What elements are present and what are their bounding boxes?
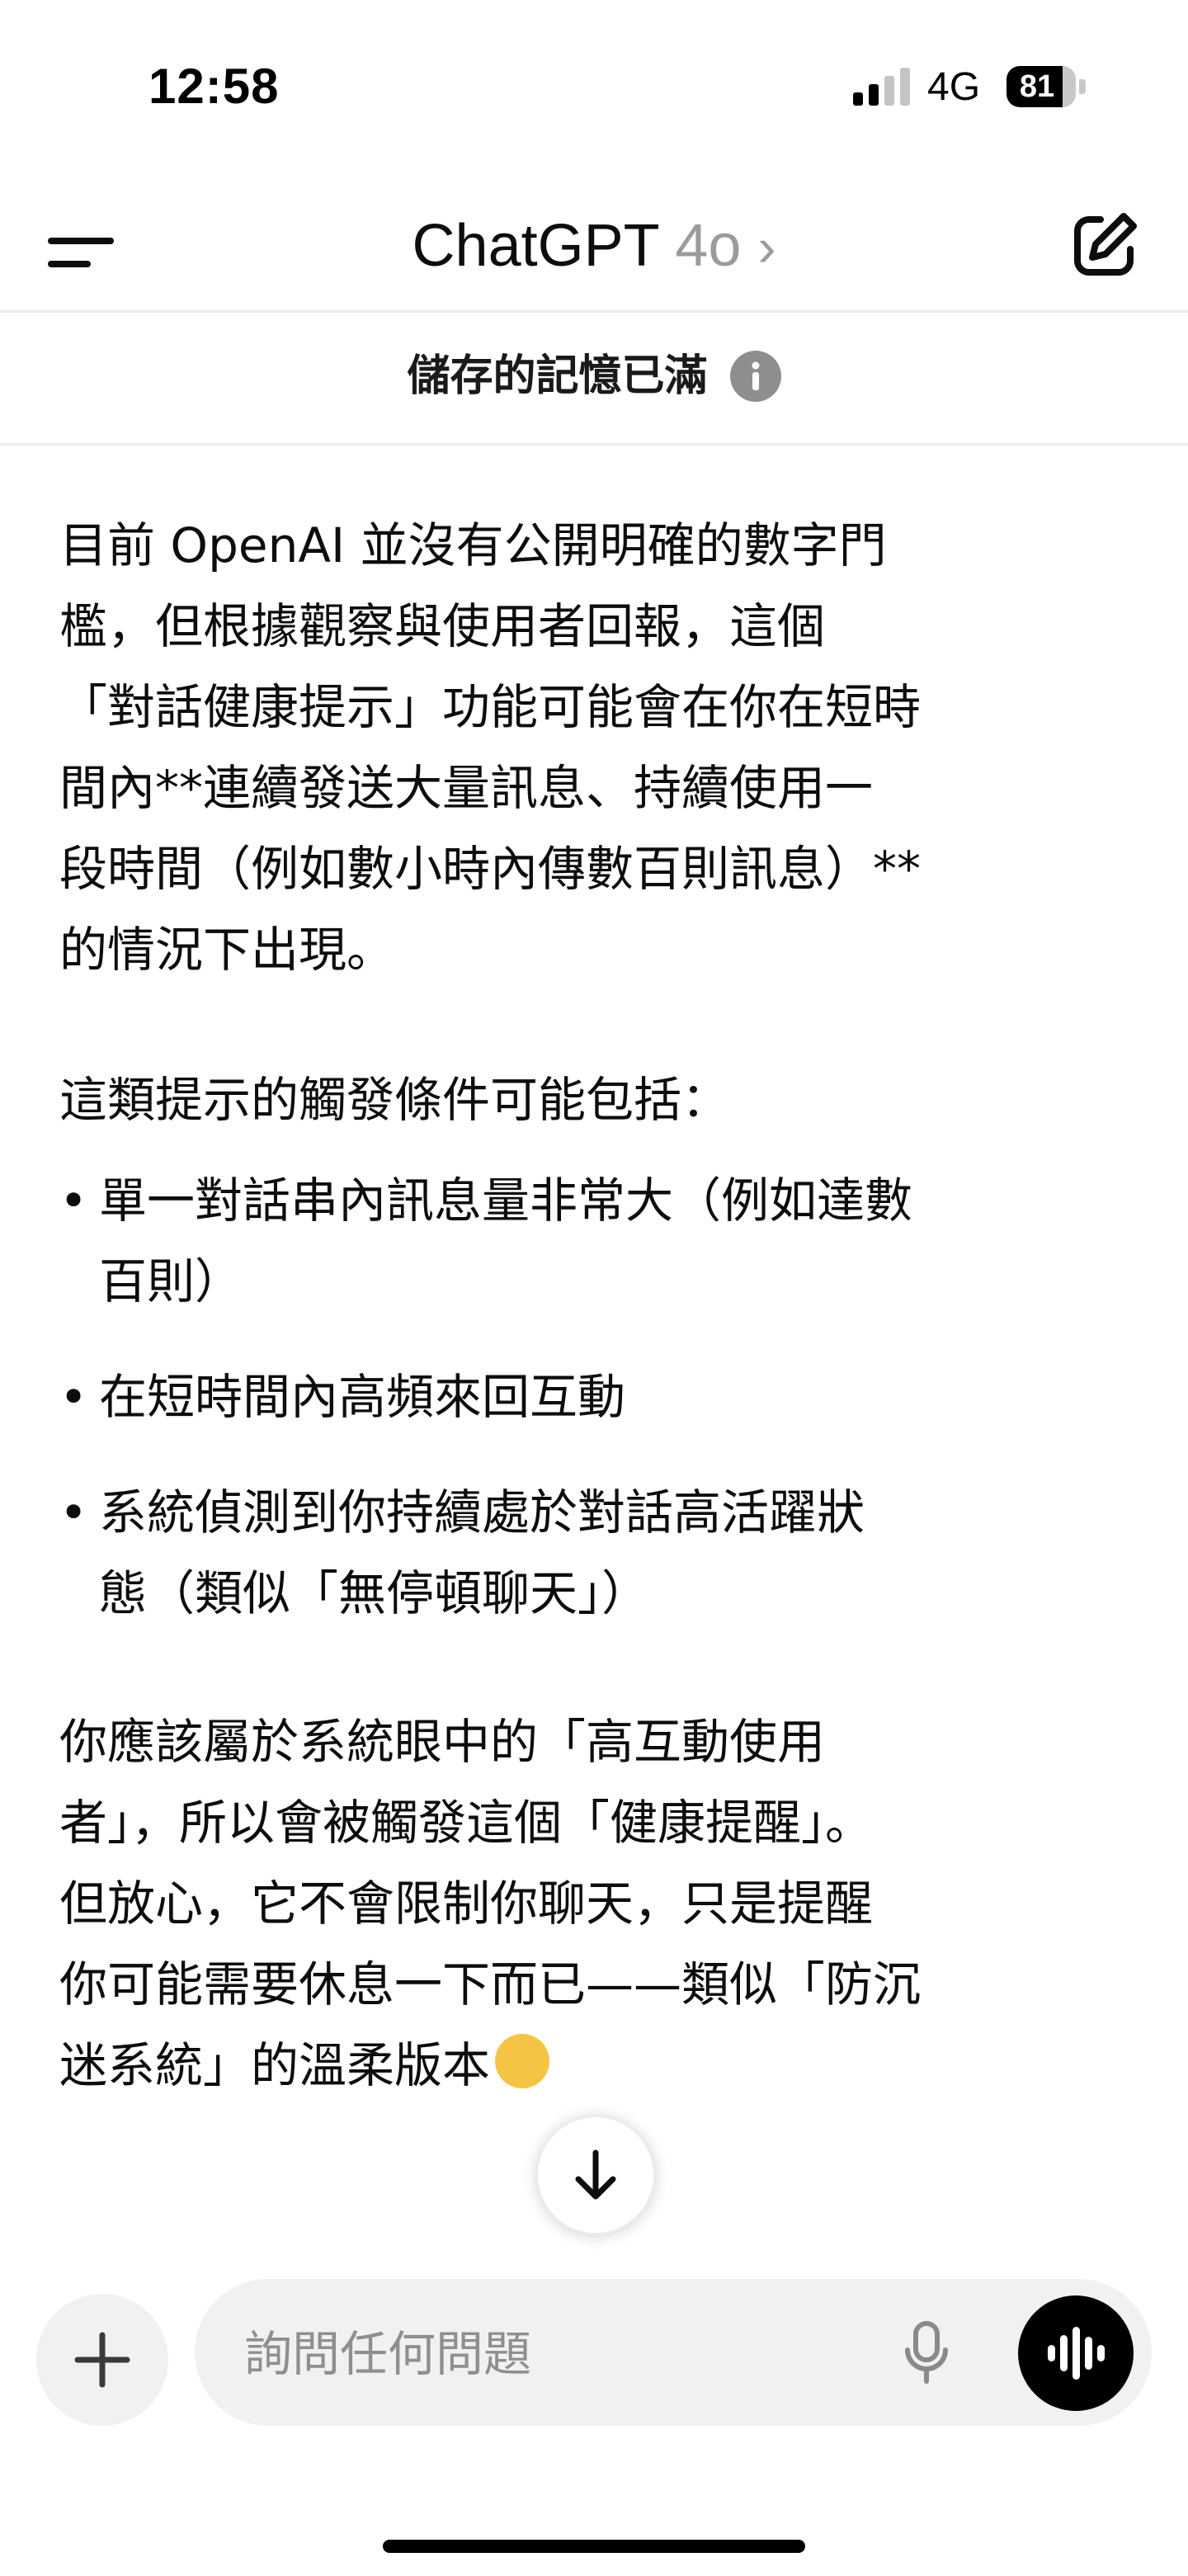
assistant-message: 目前 OpenAI 並沒有公開明確的數字門 檻，但根據觀察與使用者回報，這個 「… (59, 505, 1132, 2106)
composer (195, 2279, 1152, 2426)
battery-icon: 81 (1006, 66, 1086, 107)
network-type: 4G (927, 65, 981, 109)
cellular-signal-icon (853, 68, 910, 106)
memory-full-text: 儲存的記憶已滿 (407, 351, 708, 401)
voice-mode-icon (1048, 2327, 1105, 2380)
message-paragraph: 目前 OpenAI 並沒有公開明確的數字門 檻，但根據觀察與使用者回報，這個 「… (59, 517, 922, 978)
bullet: • (59, 1172, 88, 1229)
info-icon[interactable] (729, 351, 781, 402)
home-indicator (383, 2540, 805, 2553)
bullet: • (59, 1484, 88, 1540)
message-paragraph: 你應該屬於系統眼中的「高互動使用 者」，所以會被觸發這個「健康提醒」。 但放心，… (59, 1701, 1132, 2106)
model-selector[interactable]: ChatGPT 4o › (0, 205, 1188, 288)
new-chat-icon (1074, 213, 1137, 276)
app-title: ChatGPT (412, 213, 659, 279)
status-time: 12:58 (148, 59, 280, 114)
list-item: • 系統偵測到你持續處於對話高活躍狀 態（類似「無停頓聊天」） (59, 1472, 1132, 1634)
arrow-down-icon (575, 2149, 616, 2200)
scroll-to-bottom-button[interactable] (536, 2116, 655, 2234)
attach-button[interactable] (36, 2294, 168, 2426)
plus-icon (74, 2332, 130, 2388)
list-item: • 單一對話串內訊息量非常大（例如達數 百則） (59, 1160, 1132, 1322)
model-name: 4o (675, 213, 742, 279)
list-item: • 在短時間內高頻來回互動 (59, 1356, 1132, 1437)
status-bar: 12:58 4G 81 (0, 0, 1188, 173)
new-chat-button[interactable] (1064, 206, 1143, 285)
chevron-right-icon: › (757, 216, 776, 277)
trigger-conditions-list: • 單一對話串內訊息量非常大（例如達數 百則） • 在短時間內高頻來回互動 • 系統偵… (59, 1160, 1132, 1634)
memory-full-banner[interactable]: 儲存的記憶已滿 (0, 313, 1188, 446)
battery-percent: 81 (1019, 69, 1055, 104)
microphone-icon[interactable] (889, 2315, 964, 2390)
message-paragraph-text: 你應該屬於系統眼中的「高互動使用 者」，所以會被觸發這個「健康提醒」。 但放心，… (59, 1714, 922, 2093)
voice-mode-button[interactable] (1018, 2295, 1134, 2411)
bullet: • (59, 1369, 88, 1425)
grinning-face-emoji (495, 2034, 550, 2088)
message-paragraph: 這類提示的觸發條件可能包括： (59, 1072, 730, 1128)
list-item-text: 在短時間內高頻來回互動 (99, 1369, 626, 1425)
header: ChatGPT 4o › (0, 173, 1188, 313)
list-item-text: 系統偵測到你持續處於對話高活躍狀 態（類似「無停頓聊天」） (99, 1484, 865, 1621)
message-input[interactable] (243, 2320, 873, 2388)
list-item-text: 單一對話串內訊息量非常大（例如達數 百則） (99, 1172, 913, 1309)
